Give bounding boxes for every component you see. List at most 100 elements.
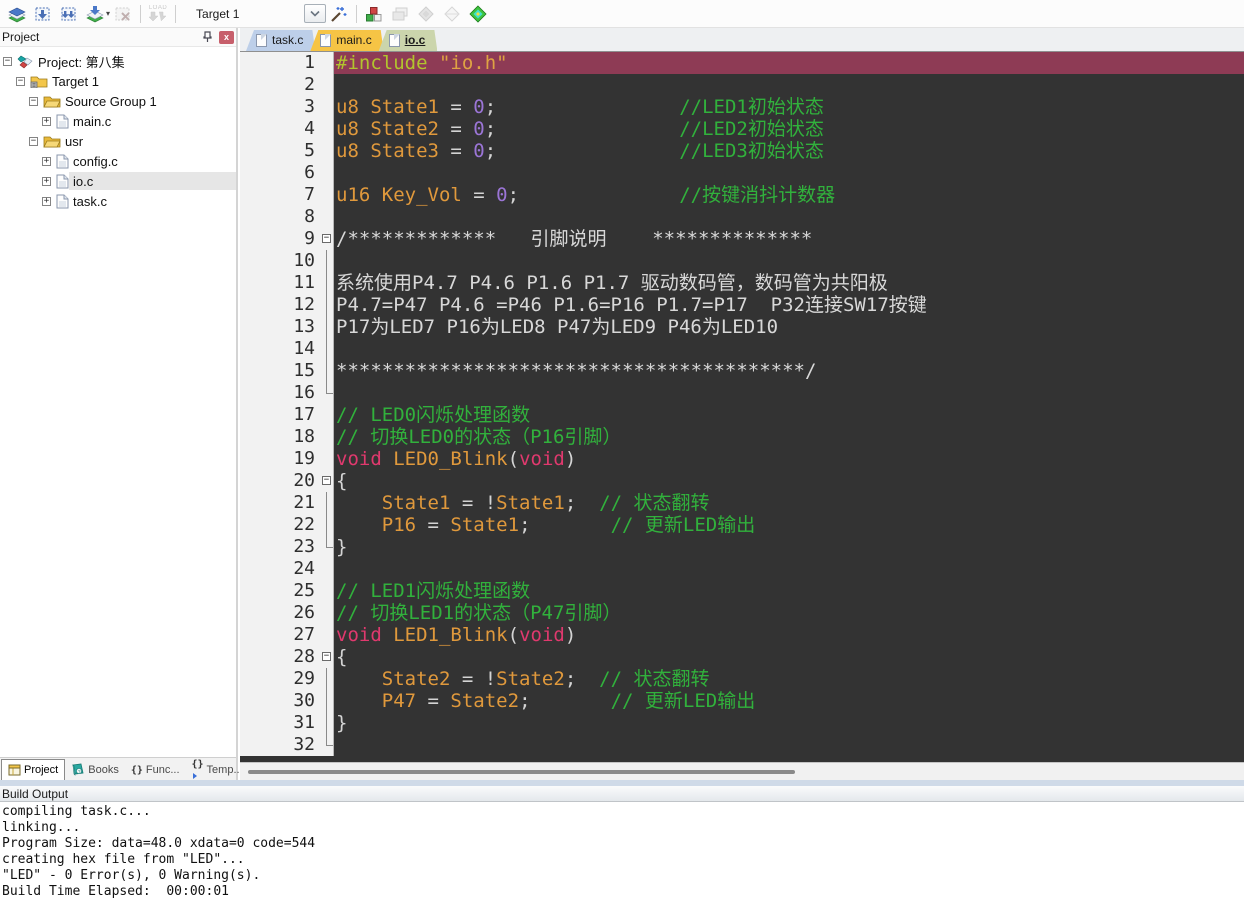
file-icon — [56, 194, 69, 209]
expand-icon[interactable]: + — [42, 117, 51, 126]
code-view[interactable]: 1#include "io.h"23u8 State1 = 0; //LED1初… — [240, 52, 1244, 762]
line-number: 8 — [240, 206, 320, 228]
pin-icon[interactable] — [199, 30, 215, 45]
code-line-26[interactable]: 26// 切换LED1的状态（P47引脚） — [240, 602, 1244, 624]
fold-guide-line — [326, 712, 327, 734]
line-number: 10 — [240, 250, 320, 272]
pack-installer-button[interactable] — [465, 2, 491, 26]
build-button[interactable] — [30, 2, 56, 26]
code-line-4[interactable]: 4u8 State2 = 0; //LED2初始状态 — [240, 118, 1244, 140]
build-icon — [33, 4, 53, 24]
view-tab-func[interactable]: {}Func... — [125, 759, 186, 780]
code-line-11[interactable]: 11系统使用P4.7 P4.6 P1.6 P1.7 驱动数码管，数码管为共阳极 — [240, 272, 1244, 294]
code-line-19[interactable]: 19void LED0_Blink(void) — [240, 448, 1244, 470]
code-line-5[interactable]: 5u8 State3 = 0; //LED3初始状态 — [240, 140, 1244, 162]
tree-item-project-[interactable]: −Project: 第八集 — [0, 51, 236, 71]
view-tab-books[interactable]: ?Books — [65, 759, 125, 780]
fold-marker[interactable] — [320, 690, 334, 712]
code-line-31[interactable]: 31} — [240, 712, 1244, 734]
code-line-18[interactable]: 18// 切换LED0的状态（P16引脚） — [240, 426, 1244, 448]
code-line-text: #include "io.h" — [334, 52, 1244, 74]
code-line-14[interactable]: 14 — [240, 338, 1244, 360]
code-line-13[interactable]: 13P17为LED7 P16为LED8 P47为LED9 P46为LED10 — [240, 316, 1244, 338]
code-line-30[interactable]: 30 P47 = State2; // 更新LED输出 — [240, 690, 1244, 712]
code-line-2[interactable]: 2 — [240, 74, 1244, 96]
collapse-icon[interactable]: − — [29, 97, 38, 106]
rebuild-button[interactable] — [56, 2, 82, 26]
close-icon[interactable]: x — [219, 31, 234, 44]
collapse-icon[interactable]: − — [16, 77, 25, 86]
code-line-22[interactable]: 22 P16 = State1; // 更新LED输出 — [240, 514, 1244, 536]
fold-collapse-icon[interactable]: − — [322, 652, 331, 661]
code-line-17[interactable]: 17// LED0闪烁处理函数 — [240, 404, 1244, 426]
collapse-icon[interactable]: − — [29, 137, 38, 146]
code-line-7[interactable]: 7u16 Key_Vol = 0; //按键消抖计数器 — [240, 184, 1244, 206]
fold-marker[interactable] — [320, 250, 334, 272]
code-line-29[interactable]: 29 State2 = !State2; // 状态翻转 — [240, 668, 1244, 690]
fold-marker[interactable] — [320, 338, 334, 360]
fold-marker[interactable] — [320, 734, 334, 756]
collapse-icon[interactable]: − — [3, 57, 12, 66]
code-line-21[interactable]: 21 State1 = !State1; // 状态翻转 — [240, 492, 1244, 514]
translate-button[interactable] — [4, 2, 30, 26]
code-line-6[interactable]: 6 — [240, 162, 1244, 184]
options-for-target-button[interactable] — [326, 2, 352, 26]
target-select[interactable]: Target 1 — [186, 4, 290, 24]
tree-item-config.c[interactable]: +config.c — [0, 151, 236, 171]
fold-marker[interactable] — [320, 316, 334, 338]
scrollbar-thumb[interactable] — [248, 770, 795, 774]
fold-marker[interactable]: − — [320, 228, 334, 250]
code-line-text — [334, 382, 1244, 404]
fold-marker[interactable] — [320, 536, 334, 558]
project-tab-icon — [8, 764, 21, 776]
fold-marker[interactable] — [320, 492, 334, 514]
code-line-12[interactable]: 12P4.7=P47 P4.6 =P46 P1.6=P16 P1.7=P17 P… — [240, 294, 1244, 316]
document-tab-io-c[interactable]: io.c — [379, 30, 438, 51]
manage-rte-button[interactable] — [361, 2, 387, 26]
code-line-20[interactable]: 20−{ — [240, 470, 1244, 492]
document-tab-main-c[interactable]: main.c — [310, 30, 383, 51]
view-tab-project[interactable]: Project — [1, 759, 65, 780]
load-icon: LOAD — [149, 5, 167, 22]
code-line-3[interactable]: 3u8 State1 = 0; //LED1初始状态 — [240, 96, 1244, 118]
expand-icon[interactable]: + — [42, 177, 51, 186]
code-line-23[interactable]: 23} — [240, 536, 1244, 558]
tree-item-io.c[interactable]: +io.c — [0, 171, 236, 191]
view-tab-label: Books — [88, 764, 119, 776]
tree-item-source-group-1[interactable]: −Source Group 1 — [0, 91, 236, 111]
fold-marker[interactable] — [320, 294, 334, 316]
fold-marker[interactable] — [320, 360, 334, 382]
code-line-8[interactable]: 8 — [240, 206, 1244, 228]
fold-collapse-icon[interactable]: − — [322, 234, 331, 243]
code-line-16[interactable]: 16 — [240, 382, 1244, 404]
document-tab-task-c[interactable]: task.c — [246, 30, 315, 51]
horizontal-scrollbar[interactable] — [240, 762, 1244, 780]
code-line-15[interactable]: 15**************************************… — [240, 360, 1244, 382]
code-line-28[interactable]: 28−{ — [240, 646, 1244, 668]
fold-marker[interactable]: − — [320, 470, 334, 492]
code-line-9[interactable]: 9−/************* 引脚说明 ************** — [240, 228, 1244, 250]
fold-marker[interactable]: − — [320, 646, 334, 668]
tree-item-task.c[interactable]: +task.c — [0, 191, 236, 211]
tree-item-main.c[interactable]: +main.c — [0, 111, 236, 131]
code-line-1[interactable]: 1#include "io.h" — [240, 52, 1244, 74]
code-line-32[interactable]: 32 — [240, 734, 1244, 756]
fold-marker[interactable] — [320, 668, 334, 690]
code-line-24[interactable]: 24 — [240, 558, 1244, 580]
tree-item-usr[interactable]: − usr — [0, 131, 236, 151]
expand-icon[interactable]: + — [42, 157, 51, 166]
fold-marker[interactable] — [320, 272, 334, 294]
fold-marker[interactable] — [320, 382, 334, 404]
batch-build-button[interactable] — [82, 2, 108, 26]
editor-area[interactable]: task.cmain.cio.c 1#include "io.h"23u8 St… — [240, 28, 1244, 780]
tree-item-target-1[interactable]: −Target 1 — [0, 71, 236, 91]
code-line-27[interactable]: 27void LED1_Blink(void) — [240, 624, 1244, 646]
target-dropdown-button[interactable] — [304, 4, 326, 23]
code-line-10[interactable]: 10 — [240, 250, 1244, 272]
expand-icon[interactable]: + — [42, 197, 51, 206]
tree-item-label: usr — [61, 133, 87, 150]
fold-marker[interactable] — [320, 712, 334, 734]
fold-collapse-icon[interactable]: − — [322, 476, 331, 485]
fold-marker[interactable] — [320, 514, 334, 536]
code-line-25[interactable]: 25// LED1闪烁处理函数 — [240, 580, 1244, 602]
